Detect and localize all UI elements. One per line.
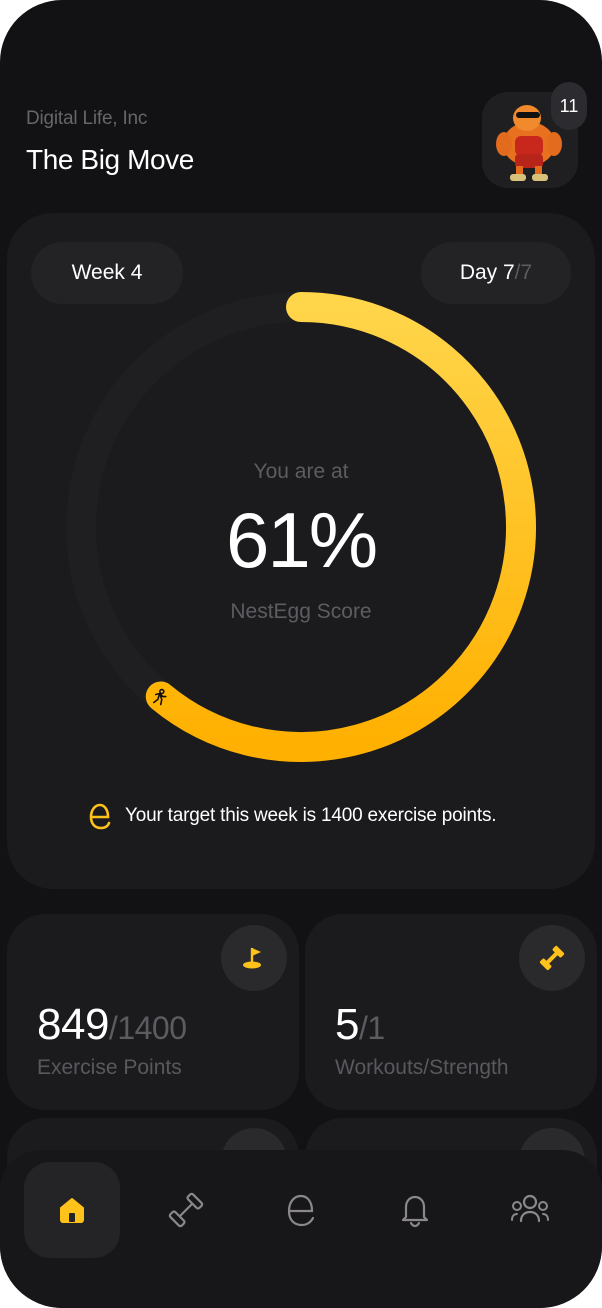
tab-workouts[interactable] bbox=[138, 1162, 234, 1258]
notification-count-badge: 11 bbox=[551, 82, 587, 130]
bottom-tab-bar bbox=[0, 1150, 602, 1308]
exercise-points-value: 849/1400 bbox=[37, 1000, 187, 1050]
home-icon bbox=[60, 1198, 84, 1223]
target-text: Your target this week is 1400 exercise p… bbox=[125, 805, 497, 826]
weekly-target: Your target this week is 1400 exercise p… bbox=[87, 801, 497, 831]
dumbbell-icon bbox=[539, 945, 565, 971]
score-value: 61% bbox=[225, 496, 378, 584]
page-title: The Big Move bbox=[26, 144, 194, 175]
tab-nestegg[interactable] bbox=[253, 1162, 349, 1258]
stat-number: 849 bbox=[37, 1000, 109, 1049]
bell-icon bbox=[401, 1195, 429, 1228]
phone-screen: Digital Life, Inc The Big Move 11 Week 4… bbox=[0, 0, 602, 1308]
stat-total: /1 bbox=[358, 1010, 385, 1046]
exercise-points-label: Exercise Points bbox=[37, 1056, 182, 1079]
tab-community[interactable] bbox=[482, 1162, 578, 1258]
score-prefix: You are at bbox=[253, 460, 349, 483]
tab-notifications[interactable] bbox=[367, 1162, 463, 1258]
runner-icon bbox=[147, 683, 174, 710]
dumbbell-icon bbox=[168, 1192, 204, 1228]
stat-total: /1400 bbox=[108, 1010, 187, 1046]
workouts-strength-card[interactable]: 5/1 Workouts/Strength bbox=[305, 914, 597, 1110]
workouts-value: 5/1 bbox=[335, 1000, 385, 1050]
stat-icon-button bbox=[519, 925, 585, 991]
golf-flag-icon bbox=[243, 948, 261, 969]
nestegg-logo-icon bbox=[287, 1194, 315, 1227]
workouts-label: Workouts/Strength bbox=[335, 1056, 509, 1079]
users-icon bbox=[511, 1194, 549, 1223]
tab-home[interactable] bbox=[24, 1162, 120, 1258]
score-name: NestEgg Score bbox=[230, 600, 372, 623]
nestegg-logo-icon bbox=[89, 803, 111, 830]
stat-icon-button bbox=[221, 925, 287, 991]
stat-number: 5 bbox=[335, 1000, 359, 1049]
score-card: Week 4 Day 7/7 You are at 61% NestEgg Sc… bbox=[7, 213, 595, 889]
exercise-points-card[interactable]: 849/1400 Exercise Points bbox=[7, 914, 299, 1110]
company-name: Digital Life, Inc bbox=[26, 108, 148, 129]
